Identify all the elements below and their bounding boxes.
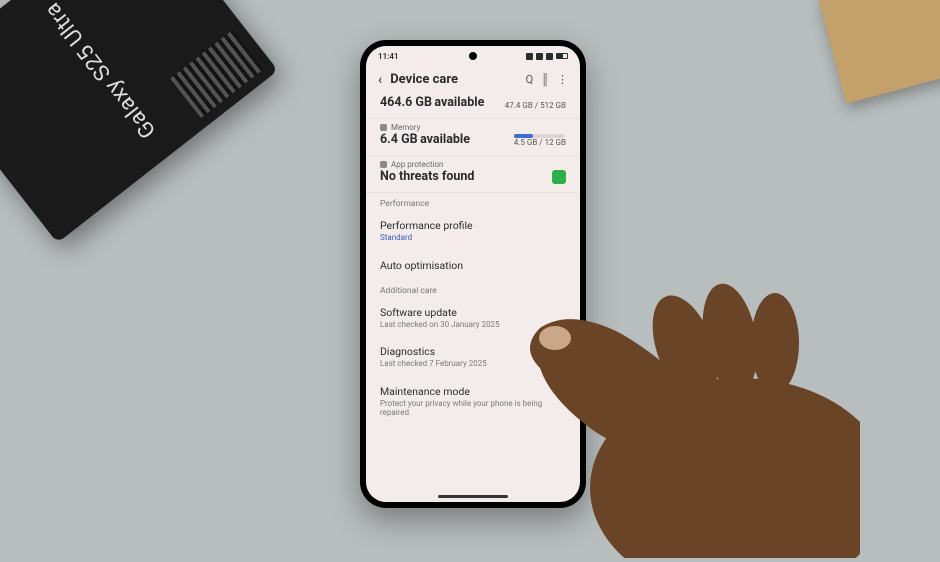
memory-bar-fill [514, 134, 533, 138]
battery-icon [556, 53, 568, 59]
wood-block-prop [818, 0, 940, 104]
software-update-title: Software update [380, 306, 566, 319]
memory-available-value: 6.4 GB [380, 132, 418, 147]
memory-icon [380, 124, 387, 131]
group-additional: Additional care [366, 280, 580, 298]
diagnostics-item[interactable]: Diagnostics Last checked 7 February 2025 [366, 337, 580, 377]
software-update-item[interactable]: Software update Last checked on 30 Janua… [366, 298, 580, 338]
diagnostics-title: Diagnostics [380, 345, 566, 358]
maintenance-title: Maintenance mode [380, 385, 566, 398]
storage-section[interactable]: 464.6 GB available 47.4 GB / 512 GB [366, 91, 580, 119]
group-performance: Performance [366, 193, 580, 211]
box-model-label: Galaxy S25 Ultra [39, 0, 160, 143]
memory-label: Memory [391, 123, 420, 132]
phone-frame: 11:41 ‹ Device care Q ║ ⋮ 464.6 GB avail… [360, 40, 586, 508]
maintenance-sub: Protect your privacy while your phone is… [380, 399, 566, 418]
box-barcode [170, 29, 264, 118]
protection-status: No threats found [380, 169, 474, 184]
signal-icon [536, 53, 543, 60]
storage-available-label: available [434, 95, 484, 110]
search-icon[interactable]: Q [526, 73, 534, 86]
shield-ok-icon [552, 170, 566, 184]
screen: 11:41 ‹ Device care Q ║ ⋮ 464.6 GB avail… [366, 46, 580, 502]
performance-profile-item[interactable]: Performance profile Standard [366, 211, 580, 251]
protection-section[interactable]: App protection No threats found [366, 156, 580, 193]
shield-small-icon [380, 161, 387, 168]
storage-available-value: 464.6 GB [380, 95, 432, 110]
memory-available-label: available [420, 132, 470, 147]
memory-section[interactable]: Memory 6.4 GB available 4.5 GB / 12 GB [366, 119, 580, 156]
auto-optimisation-item[interactable]: Auto optimisation [366, 251, 580, 280]
memory-used: 4.5 GB [514, 138, 538, 147]
page-header: ‹ Device care Q ║ ⋮ [366, 66, 580, 91]
storage-total: / 512 GB [535, 101, 566, 110]
status-time: 11:41 [378, 52, 398, 61]
memory-bar [514, 134, 564, 138]
performance-profile-sub: Standard [380, 233, 566, 243]
product-box-prop: Galaxy S25 Ultra [0, 0, 278, 243]
usage-icon[interactable]: ║ [541, 73, 549, 86]
performance-profile-title: Performance profile [380, 219, 566, 232]
software-update-sub: Last checked on 30 January 2025 [380, 320, 566, 330]
protection-label: App protection [391, 160, 443, 169]
back-button[interactable]: ‹ [378, 73, 382, 87]
status-icons [526, 53, 568, 60]
diagnostics-sub: Last checked 7 February 2025 [380, 359, 566, 369]
auto-optimisation-title: Auto optimisation [380, 259, 566, 272]
more-icon[interactable]: ⋮ [557, 73, 568, 86]
front-camera [469, 52, 477, 60]
volume-icon [546, 53, 553, 60]
storage-used: 47.4 GB [505, 101, 533, 110]
home-indicator[interactable] [438, 495, 508, 498]
page-title: Device care [390, 72, 517, 87]
maintenance-mode-item[interactable]: Maintenance mode Protect your privacy wh… [366, 377, 580, 426]
wifi-icon [526, 53, 533, 60]
memory-total: / 12 GB [539, 138, 566, 147]
